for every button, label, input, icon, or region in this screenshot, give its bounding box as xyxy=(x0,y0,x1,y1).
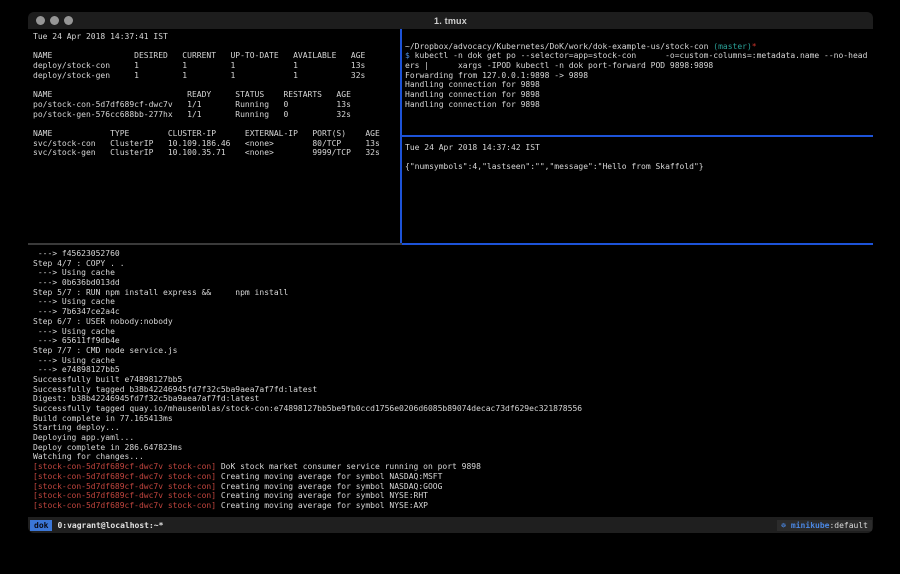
terminal-line: Build complete in 77.165413ms xyxy=(33,414,873,424)
terminal-line: ---> Using cache xyxy=(33,327,873,337)
terminal-line: {"numsymbols":4,"lastseen":"","message":… xyxy=(405,162,873,172)
terminal-line: Forwarding from 127.0.0.1:9898 -> 9898 xyxy=(405,71,873,81)
terminal-line: po/stock-gen-576cc688bb-277hx 1/1 Runnin… xyxy=(33,110,400,120)
terminal-line: Successfully tagged b38b42246945fd7f32c5… xyxy=(33,385,873,395)
terminal-line: Successfully built e74898127bb5 xyxy=(33,375,873,385)
terminal-line: ---> e74898127bb5 xyxy=(33,365,873,375)
terminal-line: Handling connection for 9898 xyxy=(405,100,873,110)
tmux-top-row: Tue 24 Apr 2018 14:37:41 IST NAME DESIRED… xyxy=(28,29,873,243)
terminal-line: ---> 65611ff9db4e xyxy=(33,336,873,346)
tmux-status-bar: dok 0:vagrant@localhost:~* ☸ minikube:de… xyxy=(28,517,873,533)
terminal-line: [stock-con-5d7df689cf-dwc7v stock-con] C… xyxy=(33,482,873,492)
terminal-line: Digest: b38b42246945fd7f32c5ba9aea7af7fd… xyxy=(33,394,873,404)
terminal-line xyxy=(405,153,873,163)
terminal-line: $ kubectl -n dok get po --selector=app=s… xyxy=(405,51,873,61)
terminal-line: ---> 7b6347ce2a4c xyxy=(33,307,873,317)
terminal-line: NAME TYPE CLUSTER-IP EXTERNAL-IP PORT(S)… xyxy=(33,129,400,139)
kube-namespace-name: :default xyxy=(829,521,868,530)
minimize-button[interactable] xyxy=(50,16,59,25)
terminal-line: [stock-con-5d7df689cf-dwc7v stock-con] D… xyxy=(33,462,873,472)
terminal-line: ---> f45623052760 xyxy=(33,249,873,259)
terminal-line: Handling connection for 9898 xyxy=(405,90,873,100)
session-name-badge[interactable]: dok xyxy=(30,520,52,531)
terminal-line xyxy=(33,119,400,129)
terminal-line: [stock-con-5d7df689cf-dwc7v stock-con] C… xyxy=(33,491,873,501)
terminal-line: [stock-con-5d7df689cf-dwc7v stock-con] C… xyxy=(33,501,873,511)
pane-border-active-segment[interactable] xyxy=(402,243,873,245)
terminal-line: ---> 0b636bd013dd xyxy=(33,278,873,288)
terminal-line: po/stock-con-5d7df689cf-dwc7v 1/1 Runnin… xyxy=(33,100,400,110)
terminal-line: Deploying app.yaml... xyxy=(33,433,873,443)
pane-border-inactive-segment[interactable] xyxy=(28,243,402,245)
terminal-line: svc/stock-con ClusterIP 10.109.186.46 <n… xyxy=(33,139,400,149)
window-list-item-active[interactable]: 0:vagrant@localhost:~* xyxy=(57,521,163,530)
terminal-line: Step 6/7 : USER nobody:nobody xyxy=(33,317,873,327)
pane-port-forward[interactable]: ~/Dropbox/advocacy/Kubernetes/DoK/work/d… xyxy=(402,29,873,135)
terminal-line: ---> Using cache xyxy=(33,356,873,366)
terminal-line: Step 5/7 : RUN npm install express && np… xyxy=(33,288,873,298)
terminal-line: Tue 24 Apr 2018 14:37:41 IST xyxy=(33,32,400,42)
window-titlebar: 1. tmux xyxy=(28,12,873,29)
kube-context-badge: ☸ minikube:default xyxy=(777,520,872,531)
window-title: 1. tmux xyxy=(28,16,873,26)
close-button[interactable] xyxy=(36,16,45,25)
terminal-line: ---> Using cache xyxy=(33,268,873,278)
tmux-right-column: ~/Dropbox/advocacy/Kubernetes/DoK/work/d… xyxy=(402,29,873,243)
terminal-line xyxy=(33,80,400,90)
terminal-line: deploy/stock-con 1 1 1 1 13s xyxy=(33,61,400,71)
terminal-line: Deploy complete in 286.647823ms xyxy=(33,443,873,453)
zoom-button[interactable] xyxy=(64,16,73,25)
pane-border-horizontal-main xyxy=(28,243,873,245)
pane-skaffold-log[interactable]: ---> f45623052760Step 4/7 : COPY . . ---… xyxy=(28,245,873,517)
terminal-line: Tue 24 Apr 2018 14:37:42 IST xyxy=(405,143,873,153)
tmux-session: Tue 24 Apr 2018 14:37:41 IST NAME DESIRED… xyxy=(28,29,873,517)
desktop: 1. tmux Tue 24 Apr 2018 14:37:41 IST NAME… xyxy=(0,0,900,574)
terminal-line: Successfully tagged quay.io/mhausenblas/… xyxy=(33,404,873,414)
terminal-window: 1. tmux Tue 24 Apr 2018 14:37:41 IST NAME… xyxy=(28,12,873,533)
pane-curl-output[interactable]: Tue 24 Apr 2018 14:37:42 IST {"numsymbols… xyxy=(402,137,873,243)
terminal-line: ~/Dropbox/advocacy/Kubernetes/DoK/work/d… xyxy=(405,42,873,52)
terminal-line: ---> Using cache xyxy=(33,297,873,307)
terminal-line: svc/stock-gen ClusterIP 10.100.35.71 <no… xyxy=(33,148,400,158)
terminal-line: Step 7/7 : CMD node service.js xyxy=(33,346,873,356)
window-controls xyxy=(36,12,73,29)
terminal-line: Handling connection for 9898 xyxy=(405,80,873,90)
terminal-line: deploy/stock-gen 1 1 1 1 32s xyxy=(33,71,400,81)
terminal-line: Watching for changes... xyxy=(33,452,873,462)
terminal-line: Step 4/7 : COPY . . xyxy=(33,259,873,269)
pane-kubectl-watch[interactable]: Tue 24 Apr 2018 14:37:41 IST NAME DESIRED… xyxy=(28,29,400,243)
terminal-line xyxy=(33,42,400,52)
terminal-line xyxy=(405,32,873,42)
terminal-line: [stock-con-5d7df689cf-dwc7v stock-con] C… xyxy=(33,472,873,482)
terminal-line: Starting deploy... xyxy=(33,423,873,433)
terminal-line: ers | xargs -IPOD kubectl -n dok port-fo… xyxy=(405,61,873,71)
terminal-line: NAME READY STATUS RESTARTS AGE xyxy=(33,90,400,100)
terminal-line: NAME DESIRED CURRENT UP-TO-DATE AVAILABL… xyxy=(33,51,400,61)
kube-context-name: minikube xyxy=(786,521,829,530)
